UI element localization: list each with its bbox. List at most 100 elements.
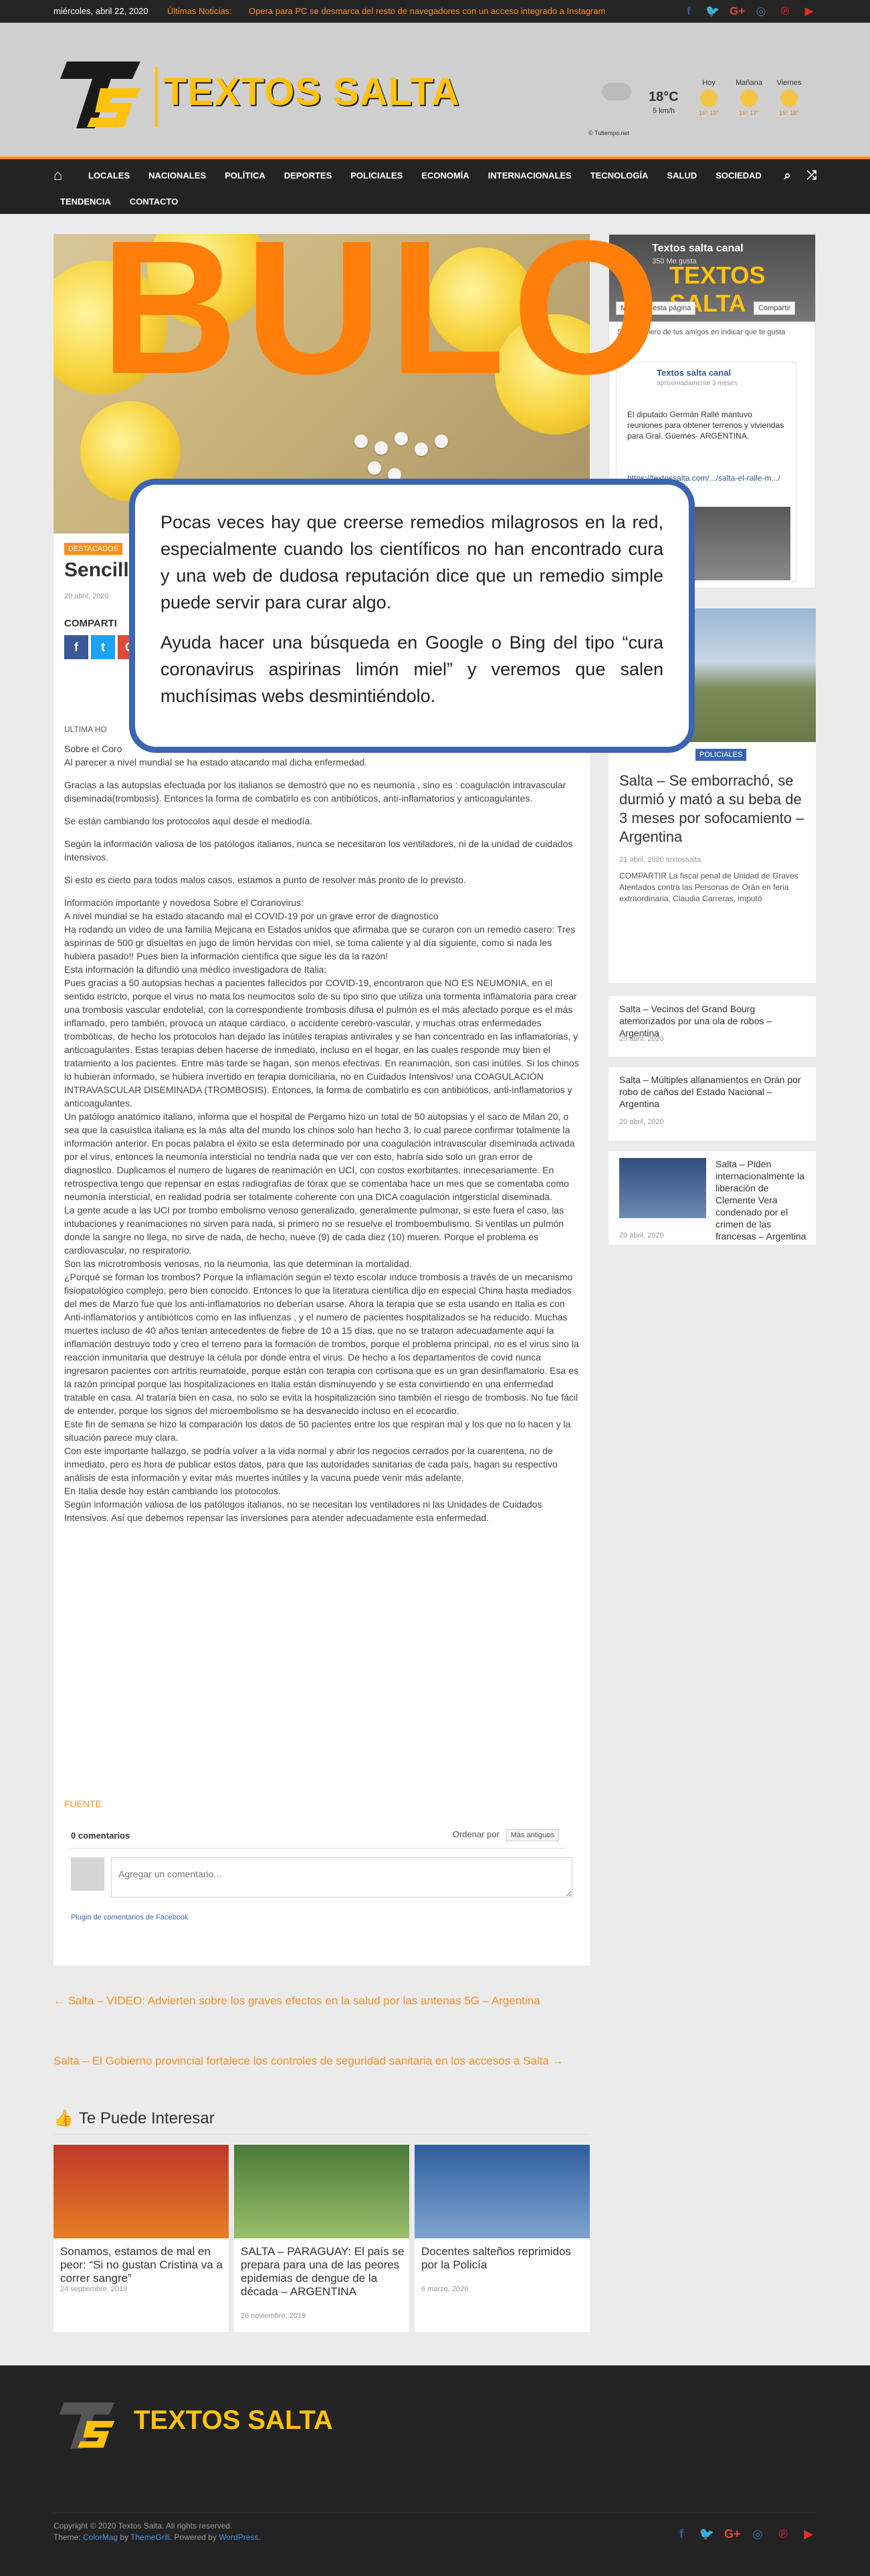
home-icon[interactable]: ⌂ [53,168,70,183]
sidebar-featured-meta: 21 abril, 2020 textossalta [619,856,701,864]
related-image[interactable] [415,2145,590,2238]
related-heading: 👍 Te Puede Interesar [53,2109,215,2128]
weather-day: Mañana 16° 17° [729,79,769,116]
related-image[interactable] [234,2145,409,2238]
nav-item-nacionales[interactable]: NACIONALES [148,170,206,181]
sidebar-post-thumb[interactable] [619,1158,706,1218]
hoax-callout: Pocas veces hay que creerse remedios mil… [129,479,695,753]
order-select[interactable]: Más antiguos [506,1829,559,1841]
sidebar-featured-title[interactable]: Salta – Se emborrachó, se durmió y mató … [619,772,810,846]
weather-credit[interactable]: © Tutiempo.net [588,130,629,136]
twitter-icon[interactable]: 🐦 [705,4,720,19]
weather-day-label: Viernes [776,79,802,87]
avatar [71,1857,104,1891]
weather-widget[interactable]: 18°C 5 km/h © Tutiempo.net Hoy 16° 19° M… [582,63,816,143]
facebook-share-icon[interactable]: f [64,635,88,659]
nav-item-policiales[interactable]: POLICIALES [350,170,403,181]
related-card: Sonamos, estamos de mal en peor: “Si no … [53,2145,229,2332]
share-label: COMPARTI [64,618,117,629]
sidebar-post: Salta – Múltiples allanamientos en Orán … [609,1067,816,1141]
weather-day-temps: 16° 19° [699,110,719,116]
top-social-icons: f 🐦 G+ ◎ ℗ ▶ [681,4,817,19]
pinterest-icon[interactable]: ℗ [778,4,792,19]
nav-item-salud[interactable]: SALUD [667,170,697,181]
nav-item-tecnologia[interactable]: TECNOLOGÍA [590,170,649,181]
theme-author-link[interactable]: ThemeGrill [130,2533,170,2542]
pinterest-icon[interactable]: ℗ [775,2526,791,2542]
facebook-icon[interactable]: f [681,4,696,19]
instagram-icon[interactable]: ◎ [754,4,768,19]
nav-item-sociedad[interactable]: SOCIEDAD [716,170,762,181]
category-badge[interactable]: DESTACADOS [64,543,122,555]
sidebar-post: Salta – Vecinos del Grand Bourg atemoriz… [609,996,816,1056]
sidebar-featured-excerpt: COMPARTIR La fiscal penal de Unidad de G… [619,871,798,903]
twitter-icon[interactable]: 🐦 [699,2526,715,2542]
weather-wind: 5 km/h [653,107,675,115]
sun-cloud-icon [700,90,718,107]
weather-temp: 18°C [649,90,679,104]
wordpress-link[interactable]: WordPress [219,2533,258,2542]
powered-by: . Powered by [169,2533,219,2542]
related-image[interactable] [53,2145,229,2238]
article-paragraph: Si esto es cierto para todos malos casos… [64,874,466,885]
google-plus-icon[interactable]: G+ [730,4,745,19]
nav-item-locales[interactable]: LOCALES [88,170,130,181]
thumbs-up-icon: 👍 [53,2109,74,2127]
facebook-icon[interactable]: f [673,2526,689,2542]
article-paragraph: Información importante y novedosa Sobre … [64,897,579,1523]
youtube-icon[interactable]: ▶ [800,2526,817,2542]
footer-site-title[interactable]: TEXTOS SALTA [134,2406,333,2436]
previous-post-link[interactable]: ← Salta – VIDEO: Advierten sobre los gra… [53,1992,540,2010]
search-icon[interactable]: ⌕ [784,168,791,183]
instagram-icon[interactable]: ◎ [750,2526,766,2542]
current-date: miércoles, abril 22, 2020 [53,6,148,16]
comment-count: 0 comentarios [71,1831,130,1841]
site-logo-icon[interactable] [53,56,147,134]
comment-input[interactable] [111,1857,572,1897]
related-title-link[interactable]: SALTA – PARAGUAY: El país se prepara par… [241,2245,405,2299]
nav-item-internacionales[interactable]: INTERNACIONALES [488,170,572,181]
top-bar: miércoles, abril 22, 2020 Últimas Notici… [0,0,870,23]
hoax-stamp: BULO [100,201,667,414]
site-header: TEXTOS SALTA 18°C 5 km/h © Tutiempo.net … [0,23,870,156]
nav-item-deportes[interactable]: DEPORTES [284,170,332,181]
related-date: 6 marzo, 2020 [421,2285,469,2293]
fb-post-time[interactable]: aproximadamente 3 meses [657,380,738,387]
callout-paragraph: Ayuda hacer una búsqueda en Google o Bin… [160,632,663,706]
article-paragraph: Según la información valiosa de los pató… [64,838,573,862]
sidebar-post-title[interactable]: Salta – Vecinos del Grand Bourg atemoriz… [619,1003,810,1039]
sun-cloud-icon [740,90,758,107]
fb-post-author[interactable]: Textos salta canal [657,368,731,378]
nav-item-economia[interactable]: ECONOMÍA [421,170,469,181]
nav-item-politica[interactable]: POLÍTICA [225,170,265,181]
site-footer: TEXTOS SALTA Copyright © 2020 Textos Sal… [0,2365,870,2576]
weather-day: Viernes 15° 18° [769,79,809,116]
theme-by: by [118,2533,131,2542]
comment-order: Ordenar por Más antiguos [453,1829,559,1841]
next-post-link[interactable]: Salta – El Gobierno provincial fortalece… [53,2053,588,2070]
source-link[interactable]: FUENTE [64,1798,102,1809]
site-title[interactable]: TEXTOS SALTA [163,70,460,114]
sidebar-post-title[interactable]: Salta – Piden internacionalmente la libe… [716,1158,809,1242]
related-title-link[interactable]: Docentes salteños reprimidos por la Poli… [421,2245,586,2272]
random-post-icon[interactable]: ⤮ [807,168,817,183]
article-paragraph: Gracias a las autopsias efectuada por lo… [64,780,566,804]
youtube-icon[interactable]: ▶ [802,4,817,19]
article-date[interactable]: 20 abril, 2020 [64,592,109,600]
twitter-share-icon[interactable]: t [91,635,115,659]
sidebar-post-title[interactable]: Salta – Múltiples allanamientos en Orán … [619,1074,810,1110]
footer-logo-icon[interactable] [53,2399,120,2452]
related-title-link[interactable]: Sonamos, estamos de mal en peor: “Si no … [60,2245,225,2285]
copyright-text: Copyright © 2020 Textos Salta. All right… [53,2521,233,2531]
footer-period: . [258,2533,261,2542]
theme-link[interactable]: ColorMag [83,2533,118,2542]
fb-comments-plugin-link[interactable]: Plugin de comentarios de Facebook [71,1913,189,1921]
sidebar-category-badge[interactable]: POLICIALES [695,749,747,761]
article-body: Sobre el Coro Al parecer a nivel mundial… [64,742,579,1534]
fb-share-button[interactable]: Compartir [754,302,796,315]
google-plus-icon[interactable]: G+ [724,2526,741,2542]
article-title: Sencill [64,559,129,581]
sidebar-post-date: 20 abril, 2020 [619,1035,664,1043]
footer-copyright: Copyright © 2020 Textos Salta. All right… [53,2521,261,2543]
ticker-link[interactable]: Opera para PC se desmarca del resto de n… [249,6,605,16]
